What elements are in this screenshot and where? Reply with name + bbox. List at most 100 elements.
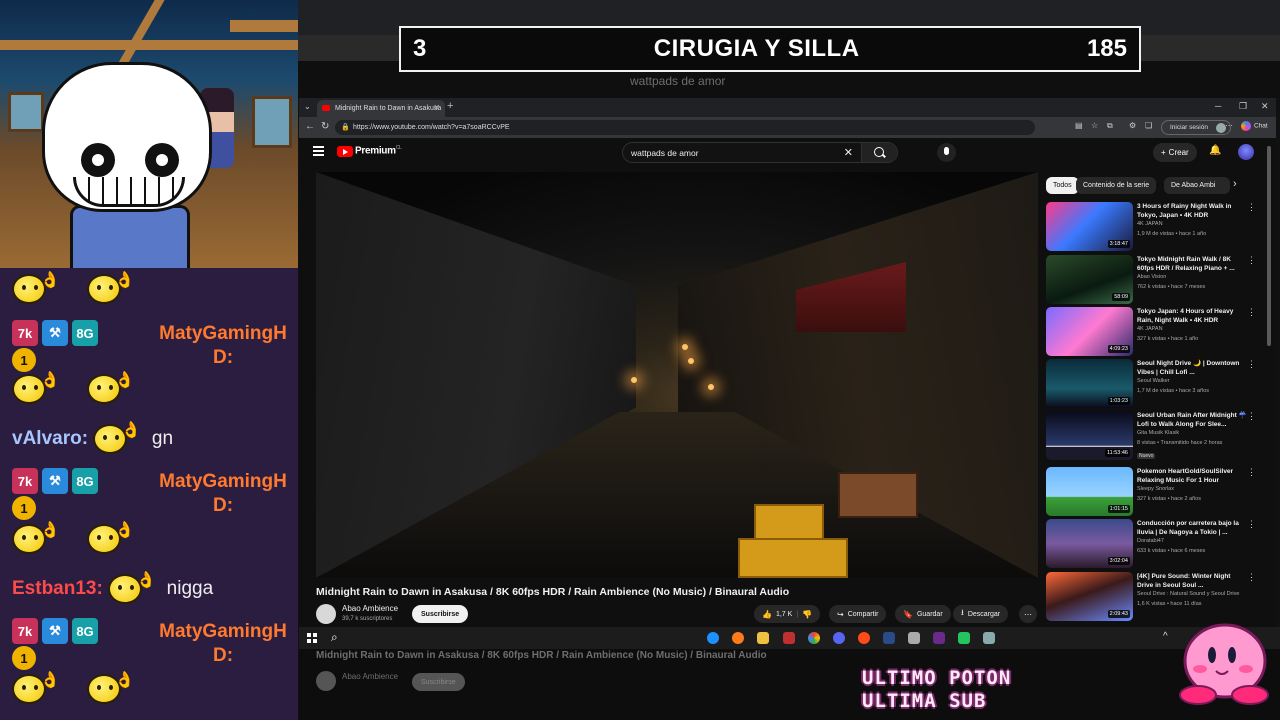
recommendation-item[interactable]: 1:01:15 Pokemon HeartGold/SoulSilver Rel… — [1046, 467, 1268, 517]
browser-tab-active[interactable]: Midnight Rain to Dawn in Asakusa ✕ — [317, 100, 445, 117]
rec-meta: 1,7 M de vistas • hace 3 años — [1137, 388, 1209, 394]
menu-icon[interactable] — [313, 146, 324, 156]
edge-icon[interactable] — [707, 632, 719, 644]
subscribe-button[interactable]: Suscribirse — [412, 605, 469, 623]
rec-title: Tokyo Japan: 4 Hours of Heavy Rain, Nigh… — [1137, 308, 1234, 324]
app-icon[interactable] — [858, 632, 870, 644]
chat-username[interactable]: vAlvaro: — [12, 428, 88, 449]
file-explorer-icon[interactable] — [757, 632, 769, 644]
new-tab-icon[interactable]: + — [447, 100, 453, 112]
youtube-logo-icon[interactable] — [337, 146, 353, 157]
recommendation-item[interactable]: 1:03:23 Seoul Night Drive 🌙 | Downtown V… — [1046, 359, 1268, 409]
stream-goal-bar: 3 CIRUGIA Y SILLA 185 — [399, 26, 1141, 72]
download-button[interactable]: ⭳ Descargar — [953, 605, 1009, 623]
hammer-badge-icon: ⚒ — [42, 468, 68, 494]
app-icon[interactable] — [908, 632, 920, 644]
sub-badge-icon: 1 — [12, 496, 36, 520]
ghost-channel-name: Abao Ambience — [342, 672, 399, 681]
clear-search-icon[interactable]: ✕ — [844, 146, 853, 159]
create-button[interactable]: + Crear — [1153, 143, 1197, 162]
search-input[interactable]: wattpads de amor ✕ — [622, 142, 898, 163]
firefox-icon[interactable] — [732, 632, 744, 644]
more-vert-icon[interactable]: ⋮ — [1247, 307, 1256, 318]
tab-list-icon[interactable]: ⌄ — [304, 102, 311, 111]
taskbar-search-icon[interactable]: ⌕ — [331, 630, 338, 645]
notifications-bell-icon[interactable]: 🔔 — [1209, 145, 1221, 156]
more-vert-icon[interactable]: ⋮ — [1247, 202, 1256, 213]
chat-username[interactable]: MatyGamingH — [159, 323, 287, 344]
favorite-star-icon[interactable]: ☆ — [1091, 121, 1098, 130]
chat-username[interactable]: MatyGamingH — [159, 621, 287, 642]
collections-icon[interactable]: ❏ — [1145, 121, 1152, 130]
app-icon[interactable] — [983, 632, 995, 644]
duration-badge: 1:03:23 — [1107, 397, 1130, 405]
more-icon[interactable]: ⋯ — [1225, 121, 1233, 130]
video-player[interactable] — [316, 172, 1038, 578]
recommendation-item[interactable]: 11:53:46 Seoul Urban Rain After Midnight… — [1046, 411, 1268, 461]
app-icon[interactable] — [958, 632, 970, 644]
channel-name[interactable]: Abao Ambience — [342, 604, 398, 613]
goal-right-number: 185 — [1086, 35, 1127, 62]
chat-emotes — [12, 274, 121, 304]
app-icon[interactable] — [783, 632, 795, 644]
reader-icon[interactable]: ▤ — [1075, 121, 1083, 130]
recommendation-item[interactable]: 3:02:04 Conducción por carretera bajo la… — [1046, 519, 1268, 569]
extensions-icon[interactable]: ⧉ — [1107, 121, 1113, 131]
refresh-icon[interactable]: ↻ — [321, 121, 329, 132]
minimize-icon[interactable]: ─ — [1215, 101, 1221, 111]
more-vert-icon[interactable]: ⋮ — [1247, 467, 1256, 478]
close-window-icon[interactable]: ✕ — [1261, 101, 1269, 112]
recommendation-item[interactable]: 4:09:23 Tokyo Japan: 4 Hours of Heavy Ra… — [1046, 307, 1268, 357]
chrome-icon[interactable] — [808, 632, 820, 644]
more-actions-button[interactable]: ⋯ — [1019, 605, 1037, 623]
brand-region: CL — [395, 145, 402, 151]
youtube-brand[interactable]: PremiumCL — [355, 145, 402, 156]
sub-badge-icon: 1 — [12, 348, 36, 372]
more-vert-icon[interactable]: ⋮ — [1247, 519, 1256, 530]
hammer-badge-icon: ⚒ — [42, 618, 68, 644]
page-scrollbar[interactable] — [1267, 146, 1271, 346]
more-vert-icon[interactable]: ⋮ — [1247, 411, 1256, 422]
maximize-icon[interactable]: ❐ — [1239, 101, 1247, 112]
channel-avatar[interactable] — [316, 604, 336, 624]
account-avatar[interactable] — [1238, 144, 1254, 160]
rec-title: Seoul Urban Rain After Midnight ☔ Lofi t… — [1137, 412, 1247, 428]
search-icon[interactable] — [861, 143, 897, 162]
chat-text: gn — [151, 428, 174, 450]
share-button[interactable]: ↪ Compartir — [829, 605, 887, 623]
chip-all[interactable]: Todos — [1046, 177, 1079, 194]
chevron-right-icon[interactable]: › — [1233, 178, 1237, 190]
streamer-camera — [0, 0, 298, 268]
recommendation-item[interactable]: 58:09 Tokyo Midnight Rain Walk / 8K 60fp… — [1046, 255, 1268, 305]
app-icon[interactable] — [933, 632, 945, 644]
chat-username[interactable]: Estban13: — [12, 578, 103, 599]
sad-emote-icon — [12, 374, 46, 404]
chat-username[interactable]: MatyGamingH — [159, 471, 287, 492]
badge-icon: 8G — [72, 618, 98, 644]
thumbs-down-icon[interactable]: 👎 — [802, 610, 812, 619]
windows-start-icon[interactable] — [307, 633, 317, 643]
steam-icon[interactable] — [883, 632, 895, 644]
close-tab-icon[interactable]: ✕ — [433, 103, 440, 112]
like-button[interactable]: 👍 1,7 K | 👎 — [754, 605, 821, 623]
chevron-up-icon[interactable]: ^ — [1163, 631, 1168, 642]
microphone-icon[interactable] — [937, 143, 956, 162]
more-vert-icon[interactable]: ⋮ — [1247, 572, 1256, 583]
chip-channel[interactable]: De Abao Ambi — [1164, 177, 1230, 194]
copilot-chat-button[interactable]: Chat — [1241, 121, 1268, 131]
settings-icon[interactable]: ⚙ — [1129, 121, 1136, 130]
back-icon[interactable]: ← — [305, 121, 315, 132]
save-button[interactable]: 🔖 Guardar — [895, 605, 951, 623]
copilot-icon — [1241, 121, 1251, 131]
more-vert-icon[interactable]: ⋮ — [1247, 359, 1256, 370]
chip-series[interactable]: Contenido de la serie — [1076, 177, 1157, 194]
signin-button[interactable]: Iniciar sesión — [1161, 120, 1231, 135]
share-label: Compartir — [847, 610, 879, 618]
recommendation-item[interactable]: 3:18:47 3 Hours of Rainy Night Walk in T… — [1046, 202, 1268, 252]
url-field[interactable]: 🔒 https://www.youtube.com/watch?v=a7soaR… — [335, 120, 1035, 135]
rec-channel: Gita Musik Klasik — [1137, 430, 1180, 436]
more-vert-icon[interactable]: ⋮ — [1247, 255, 1256, 266]
save-label: Guardar — [916, 610, 943, 618]
discord-icon[interactable] — [833, 632, 845, 644]
sad-emote-icon — [12, 274, 46, 304]
